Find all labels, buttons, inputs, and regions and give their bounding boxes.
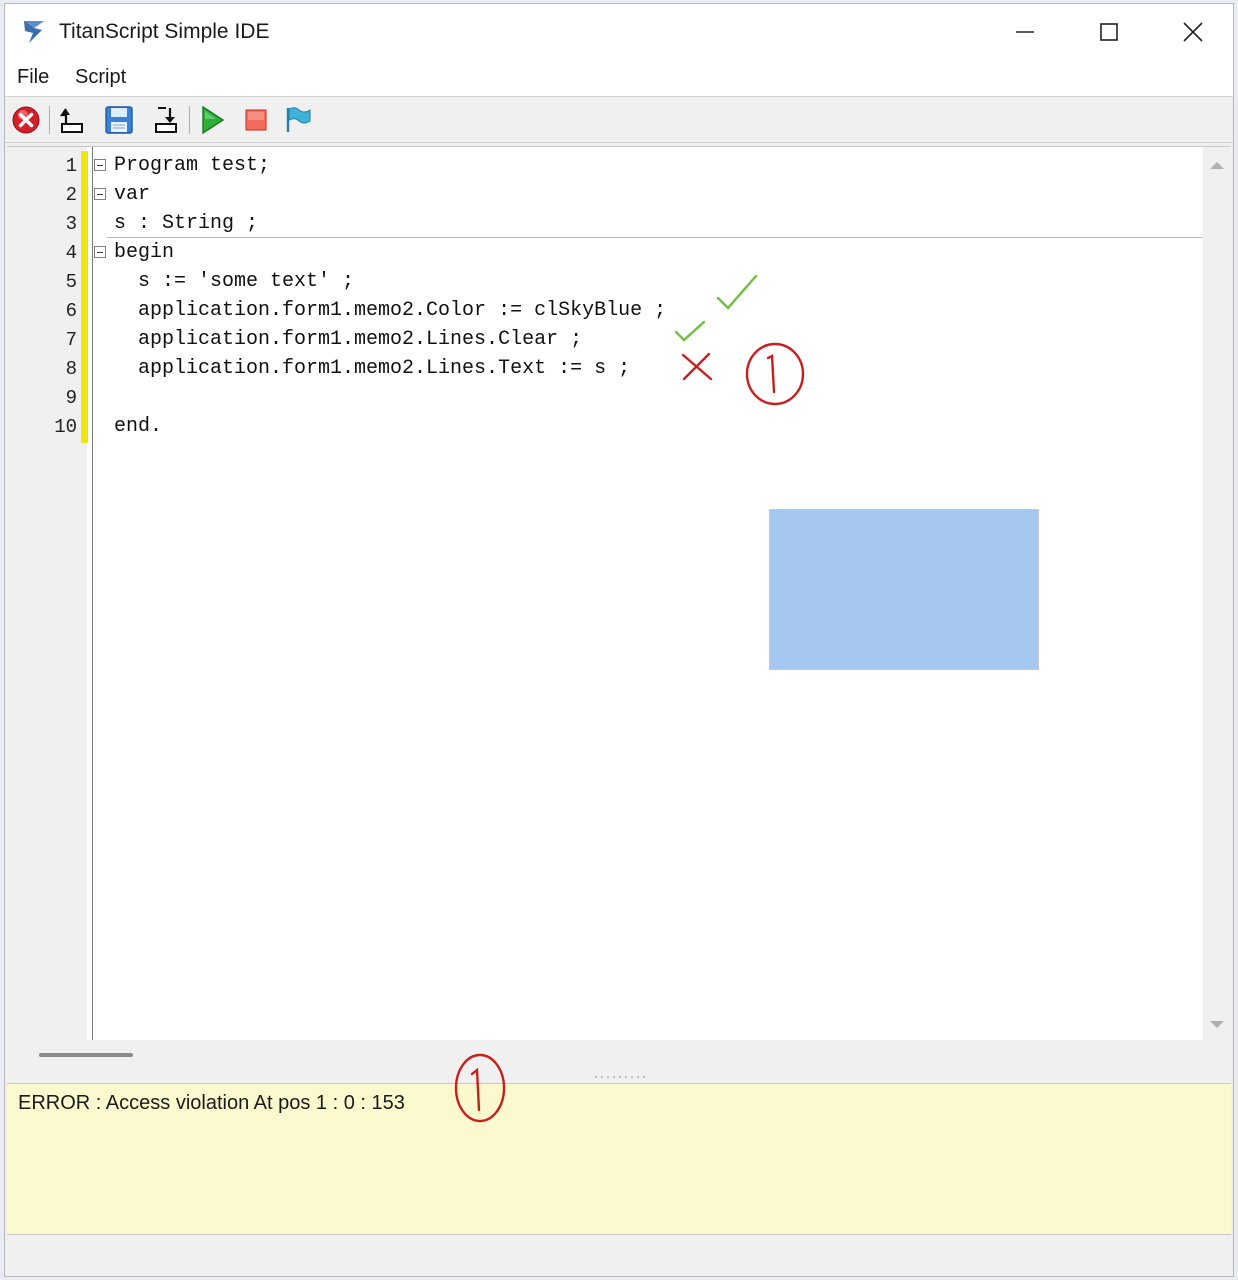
minimize-button[interactable] xyxy=(983,4,1067,60)
run-play-icon xyxy=(202,105,225,135)
code-line[interactable]: begin xyxy=(114,241,174,264)
open-button[interactable] xyxy=(55,104,89,136)
menu-file[interactable]: File xyxy=(17,66,49,89)
line-number-gutter: 1 2 3 4 5 6 7 8 9 10 xyxy=(7,147,87,1041)
window-title: TitanScript Simple IDE xyxy=(59,20,270,43)
menu-script[interactable]: Script xyxy=(75,66,126,89)
run-button[interactable] xyxy=(195,104,229,136)
stop-button[interactable] xyxy=(239,104,273,136)
code-line[interactable]: application.form1.memo2.Color := clSkyBl… xyxy=(114,299,666,322)
code-line[interactable]: application.form1.memo2.Lines.Text := s … xyxy=(114,357,630,380)
memo2-preview xyxy=(769,509,1039,670)
code-line[interactable]: var xyxy=(114,183,150,206)
line-number: 9 xyxy=(65,387,77,409)
menu-bar: File Script xyxy=(5,60,1233,97)
code-line[interactable]: s := 'some text' ; xyxy=(114,270,354,293)
close-icon xyxy=(1183,22,1203,42)
circled-one-annotation-editor xyxy=(745,342,805,406)
line-number: 2 xyxy=(65,184,77,206)
code-line[interactable]: end. xyxy=(114,415,162,438)
code-line[interactable]: s : String ; xyxy=(114,212,258,235)
vertical-scrollbar[interactable] xyxy=(1203,147,1231,1041)
splitter-grip[interactable] xyxy=(593,1075,649,1079)
horizontal-scrollbar[interactable] xyxy=(7,1040,1231,1074)
fold-guide xyxy=(92,147,93,1041)
fold-toggle-begin[interactable] xyxy=(94,246,106,258)
output-panel[interactable]: ERROR : Access violation At pos 1 : 0 : … xyxy=(7,1083,1231,1235)
fold-toggle-var[interactable] xyxy=(94,188,106,200)
close-button[interactable] xyxy=(1151,4,1233,60)
save-button[interactable] xyxy=(102,104,136,136)
export-button[interactable] xyxy=(149,104,183,136)
scroll-down-icon[interactable] xyxy=(1203,1015,1231,1035)
circled-one-annotation-output xyxy=(454,1053,506,1123)
cross-annotation-line8 xyxy=(681,352,713,381)
line-number: 8 xyxy=(65,358,77,380)
titanscript-logo-icon xyxy=(21,18,47,46)
save-floppy-icon xyxy=(105,106,133,134)
code-editor[interactable]: 1 2 3 4 5 6 7 8 9 10 Program test; var s… xyxy=(7,146,1231,1041)
toolbar-separator xyxy=(49,106,50,134)
maximize-icon xyxy=(1100,23,1118,41)
toolbar-separator xyxy=(189,106,190,134)
status-bar xyxy=(5,1235,1233,1276)
stop-error-button[interactable] xyxy=(9,104,43,136)
modified-lines-marker xyxy=(81,151,88,443)
ide-window: TitanScript Simple IDE File Script 1 2 3… xyxy=(4,3,1234,1277)
line-number: 4 xyxy=(65,242,77,264)
code-line[interactable]: Program test; xyxy=(114,154,270,177)
line-number: 5 xyxy=(65,271,77,293)
horizontal-scroll-thumb[interactable] xyxy=(39,1053,133,1057)
line-number: 1 xyxy=(65,155,77,177)
section-separator xyxy=(107,237,1203,238)
stop-error-icon xyxy=(12,106,40,134)
export-download-icon xyxy=(155,107,177,133)
toolbar xyxy=(5,98,1233,143)
code-line[interactable]: application.form1.memo2.Lines.Clear ; xyxy=(114,328,582,351)
line-number: 6 xyxy=(65,300,77,322)
flag-button[interactable] xyxy=(281,104,315,136)
checkmark-annotation-line6 xyxy=(716,274,758,310)
error-message: ERROR : Access violation At pos 1 : 0 : … xyxy=(18,1092,405,1114)
line-number: 3 xyxy=(65,213,77,235)
line-number: 7 xyxy=(65,329,77,351)
fold-toggle-program[interactable] xyxy=(94,159,106,171)
maximize-button[interactable] xyxy=(1067,4,1151,60)
flag-icon xyxy=(286,107,311,132)
scroll-up-icon[interactable] xyxy=(1203,155,1231,175)
checkmark-annotation-line7 xyxy=(674,320,706,342)
line-number: 10 xyxy=(54,416,77,438)
open-file-icon xyxy=(59,108,83,133)
title-bar[interactable]: TitanScript Simple IDE xyxy=(5,4,1233,60)
stop-square-icon xyxy=(245,109,267,131)
minimize-icon xyxy=(1016,31,1034,33)
